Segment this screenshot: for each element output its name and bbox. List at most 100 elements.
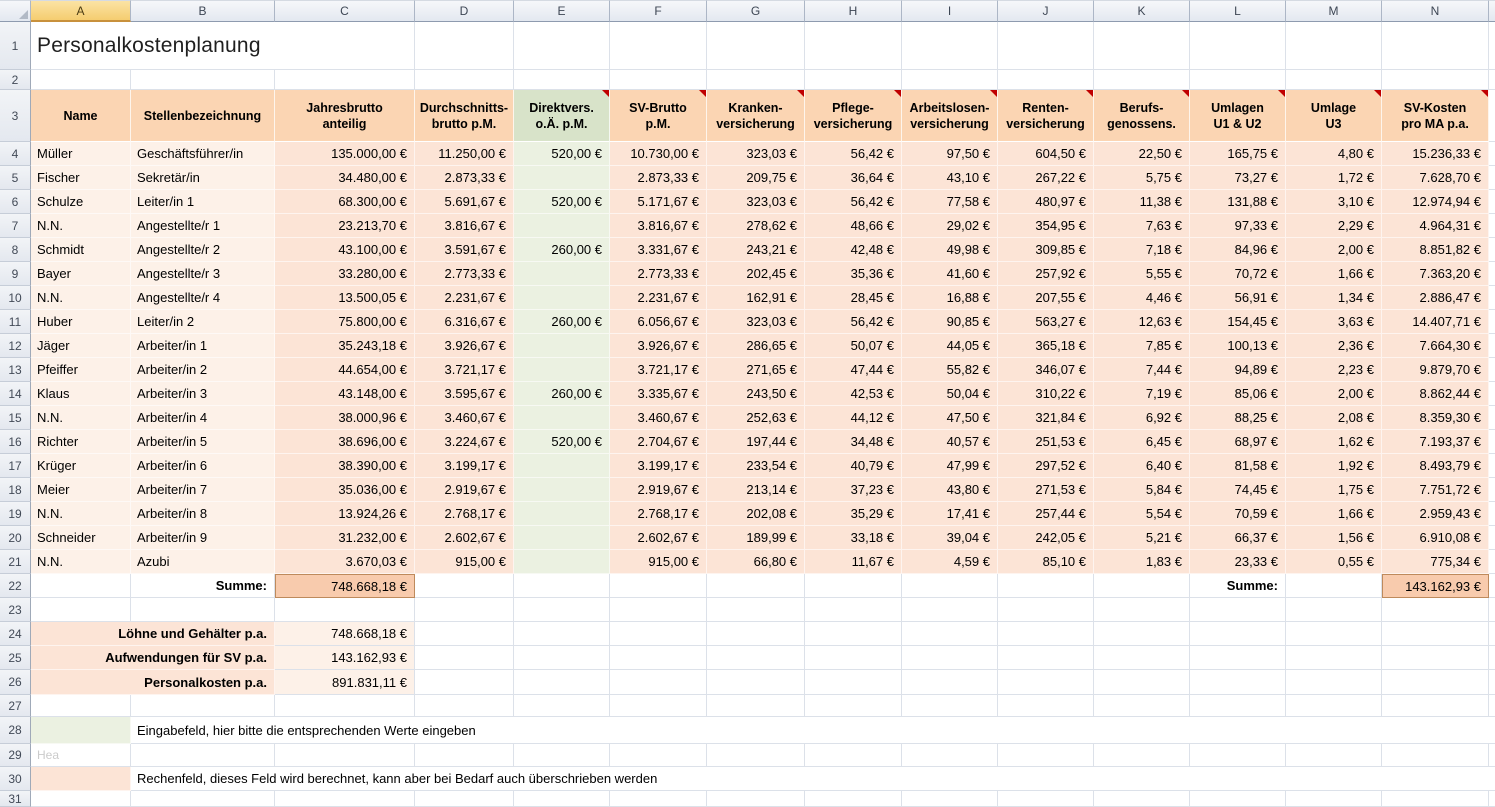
cell-C9[interactable]: 33.280,00 € [275, 262, 415, 286]
column-header-G[interactable]: G [707, 0, 805, 22]
cell-C16[interactable]: 38.696,00 € [275, 430, 415, 454]
cell-H14[interactable]: 42,53 € [805, 382, 902, 406]
cell-H25[interactable] [805, 646, 902, 670]
cell-B19[interactable]: Arbeiter/in 8 [131, 502, 275, 526]
row-header-18[interactable]: 18 [0, 478, 31, 502]
cell-J31[interactable] [998, 791, 1094, 807]
cell-L16[interactable]: 68,97 € [1190, 430, 1286, 454]
cell-H18[interactable]: 37,23 € [805, 478, 902, 502]
cell-K8[interactable]: 7,18 € [1094, 238, 1190, 262]
cell-L21[interactable]: 23,33 € [1190, 550, 1286, 574]
column-header-D[interactable]: D [415, 0, 514, 22]
cell-C17[interactable]: 38.390,00 € [275, 454, 415, 478]
cell-M19[interactable]: 1,66 € [1286, 502, 1382, 526]
cell-K22[interactable] [1094, 574, 1190, 598]
cell-A8[interactable]: Schmidt [31, 238, 131, 262]
cell-E21[interactable] [514, 550, 610, 574]
cell-M6[interactable]: 3,10 € [1286, 190, 1382, 214]
cell-H13[interactable]: 47,44 € [805, 358, 902, 382]
cell-E11[interactable]: 260,00 € [514, 310, 610, 334]
cell-D1[interactable] [415, 22, 514, 70]
cell-K13[interactable]: 7,44 € [1094, 358, 1190, 382]
cell-H2[interactable] [805, 70, 902, 90]
cell-D3[interactable]: Durchschnitts-brutto p.M. [415, 90, 514, 142]
cell-D5[interactable]: 2.873,33 € [415, 166, 514, 190]
cell-K25[interactable] [1094, 646, 1190, 670]
cell-N18[interactable]: 7.751,72 € [1382, 478, 1489, 502]
cell-N8[interactable]: 8.851,82 € [1382, 238, 1489, 262]
cell-I7[interactable]: 29,02 € [902, 214, 998, 238]
cell-N4[interactable]: 15.236,33 € [1382, 142, 1489, 166]
cell-J7[interactable]: 354,95 € [998, 214, 1094, 238]
cell-N20[interactable]: 6.910,08 € [1382, 526, 1489, 550]
column-header-B[interactable]: B [131, 0, 275, 22]
cell-D25[interactable] [415, 646, 514, 670]
cell-L24[interactable] [1190, 622, 1286, 646]
cell-N14[interactable]: 8.862,44 € [1382, 382, 1489, 406]
cell-D9[interactable]: 2.773,33 € [415, 262, 514, 286]
cell-L12[interactable]: 100,13 € [1190, 334, 1286, 358]
cell-J10[interactable]: 207,55 € [998, 286, 1094, 310]
cell-B9[interactable]: Angestellte/r 3 [131, 262, 275, 286]
cell-C26[interactable]: 891.831,11 € [275, 670, 415, 695]
cell-G24[interactable] [707, 622, 805, 646]
row-header-5[interactable]: 5 [0, 166, 31, 190]
cell-F19[interactable]: 2.768,17 € [610, 502, 707, 526]
cell-D22[interactable] [415, 574, 514, 598]
cell-N25[interactable] [1382, 646, 1489, 670]
cell-A21[interactable]: N.N. [31, 550, 131, 574]
cell-B17[interactable]: Arbeiter/in 6 [131, 454, 275, 478]
cell-F25[interactable] [610, 646, 707, 670]
cell-B21[interactable]: Azubi [131, 550, 275, 574]
cell-G4[interactable]: 323,03 € [707, 142, 805, 166]
cell-M25[interactable] [1286, 646, 1382, 670]
cell-I25[interactable] [902, 646, 998, 670]
cell-B4[interactable]: Geschäftsführer/in [131, 142, 275, 166]
cell-E23[interactable] [514, 598, 610, 622]
cell-G22[interactable] [707, 574, 805, 598]
cell-N10[interactable]: 2.886,47 € [1382, 286, 1489, 310]
cell-I31[interactable] [902, 791, 998, 807]
row-header-14[interactable]: 14 [0, 382, 31, 406]
cell-L5[interactable]: 73,27 € [1190, 166, 1286, 190]
cell-G16[interactable]: 197,44 € [707, 430, 805, 454]
cell-K21[interactable]: 1,83 € [1094, 550, 1190, 574]
column-header-I[interactable]: I [902, 0, 998, 22]
cell-D13[interactable]: 3.721,17 € [415, 358, 514, 382]
cell-K10[interactable]: 4,46 € [1094, 286, 1190, 310]
cell-A4[interactable]: Müller [31, 142, 131, 166]
cell-K26[interactable] [1094, 670, 1190, 695]
row-header-26[interactable]: 26 [0, 670, 31, 695]
legend-swatch-computed[interactable] [31, 767, 131, 791]
cell-J17[interactable]: 297,52 € [998, 454, 1094, 478]
cell-F27[interactable] [610, 695, 707, 717]
cell-C15[interactable]: 38.000,96 € [275, 406, 415, 430]
cell-L7[interactable]: 97,33 € [1190, 214, 1286, 238]
row-header-6[interactable]: 6 [0, 190, 31, 214]
cell-D7[interactable]: 3.816,67 € [415, 214, 514, 238]
cell-N11[interactable]: 14.407,71 € [1382, 310, 1489, 334]
cell-J23[interactable] [998, 598, 1094, 622]
cell-C2[interactable] [275, 70, 415, 90]
cell-B8[interactable]: Angestellte/r 2 [131, 238, 275, 262]
cell-G25[interactable] [707, 646, 805, 670]
cell-L27[interactable] [1190, 695, 1286, 717]
cell-C12[interactable]: 35.243,18 € [275, 334, 415, 358]
cell-I6[interactable]: 77,58 € [902, 190, 998, 214]
cell-G27[interactable] [707, 695, 805, 717]
cell-F5[interactable]: 2.873,33 € [610, 166, 707, 190]
cell-N29[interactable] [1382, 744, 1489, 767]
cell-M12[interactable]: 2,36 € [1286, 334, 1382, 358]
cell-N12[interactable]: 7.664,30 € [1382, 334, 1489, 358]
cell-B6[interactable]: Leiter/in 1 [131, 190, 275, 214]
cell-E10[interactable] [514, 286, 610, 310]
cell-E9[interactable] [514, 262, 610, 286]
cell-C4[interactable]: 135.000,00 € [275, 142, 415, 166]
cell-G12[interactable]: 286,65 € [707, 334, 805, 358]
cell-L6[interactable]: 131,88 € [1190, 190, 1286, 214]
cell-D20[interactable]: 2.602,67 € [415, 526, 514, 550]
cell-J26[interactable] [998, 670, 1094, 695]
cell-I2[interactable] [902, 70, 998, 90]
cell-A16[interactable]: Richter [31, 430, 131, 454]
cell-J12[interactable]: 365,18 € [998, 334, 1094, 358]
